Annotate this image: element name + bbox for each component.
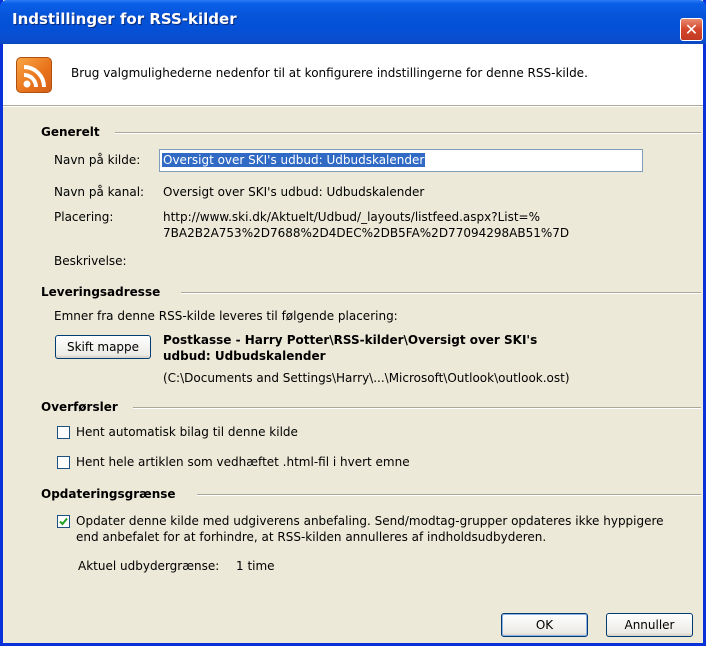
group-heading-generelt: Generelt bbox=[41, 125, 100, 139]
current-limit-label: Aktuel udbydergrænse: bbox=[78, 559, 220, 573]
group-heading-overforsler: Overførsler bbox=[41, 400, 118, 414]
feed-name-label: Navn på kilde: bbox=[54, 153, 141, 167]
delivery-path-line1: Postkasse - Harry Potter\RSS-kilder\Over… bbox=[163, 333, 538, 347]
feed-name-input[interactable]: Oversigt over SKI's udbud: Udbudskalende… bbox=[159, 149, 643, 172]
full-article-checkbox[interactable] bbox=[57, 456, 70, 469]
group-divider-levering bbox=[181, 292, 701, 294]
description-label: Beskrivelse: bbox=[54, 254, 127, 268]
cancel-button-label: Annuller bbox=[624, 618, 675, 632]
group-divider-opdatering bbox=[197, 494, 701, 496]
ok-button[interactable]: OK bbox=[501, 613, 588, 637]
change-folder-button-label: Skift mappe bbox=[66, 340, 140, 354]
header-panel: Brug valgmulighederne nedenfor til at ko… bbox=[3, 44, 703, 106]
header-separator bbox=[3, 106, 703, 107]
checkmark-icon bbox=[59, 517, 68, 526]
group-divider-generelt bbox=[115, 132, 701, 134]
location-label: Placering: bbox=[54, 210, 114, 224]
feed-name-value: Oversigt over SKI's udbud: Udbudskalende… bbox=[162, 153, 426, 167]
current-limit-value: 1 time bbox=[236, 559, 275, 573]
header-description: Brug valgmulighederne nedenfor til at ko… bbox=[71, 66, 588, 80]
close-button[interactable]: ✕ bbox=[680, 18, 703, 41]
update-limit-checkbox[interactable] bbox=[57, 515, 70, 528]
channel-name-label: Navn på kanal: bbox=[54, 185, 145, 199]
channel-name-value: Oversigt over SKI's udbud: Udbudskalende… bbox=[163, 185, 425, 199]
group-divider-overforsler bbox=[133, 407, 701, 409]
group-heading-opdatering: Opdateringsgrænse bbox=[41, 487, 176, 501]
title-bar[interactable]: Indstillinger for RSS-kilder ✕ bbox=[0, 0, 706, 44]
dialog-window: Indstillinger for RSS-kilder ✕ Brug valg… bbox=[0, 0, 706, 646]
update-limit-label-line2[interactable]: end anbefalet for at forhindre, at RSS-k… bbox=[76, 530, 546, 544]
change-folder-button[interactable]: Skift mappe bbox=[55, 335, 151, 359]
rss-icon bbox=[16, 57, 52, 93]
delivery-intro: Emner fra denne RSS-kilde leveres til fø… bbox=[54, 309, 398, 323]
delivery-path-line2: udbud: Udbudskalender bbox=[163, 349, 326, 363]
location-value-line1: http://www.ski.dk/Aktuelt/Udbud/_layouts… bbox=[163, 210, 541, 224]
dialog-title: Indstillinger for RSS-kilder bbox=[12, 10, 237, 28]
update-limit-label-line1[interactable]: Opdater denne kilde med udgiverens anbef… bbox=[76, 514, 664, 528]
group-heading-levering: Leveringsadresse bbox=[41, 285, 161, 299]
location-value-line2: 7BA2B2A753%2D7688%2D4DEC%2DB5FA%2D770942… bbox=[163, 226, 570, 240]
close-icon: ✕ bbox=[684, 20, 699, 39]
delivery-file-path: (C:\Documents and Settings\Harry\...\Mic… bbox=[163, 371, 570, 385]
auto-attachments-label[interactable]: Hent automatisk bilag til denne kilde bbox=[76, 425, 298, 439]
ok-button-label: OK bbox=[535, 618, 554, 632]
cancel-button[interactable]: Annuller bbox=[606, 613, 693, 637]
auto-attachments-checkbox[interactable] bbox=[57, 426, 70, 439]
full-article-label[interactable]: Hent hele artiklen som vedhæftet .html-f… bbox=[76, 455, 410, 469]
